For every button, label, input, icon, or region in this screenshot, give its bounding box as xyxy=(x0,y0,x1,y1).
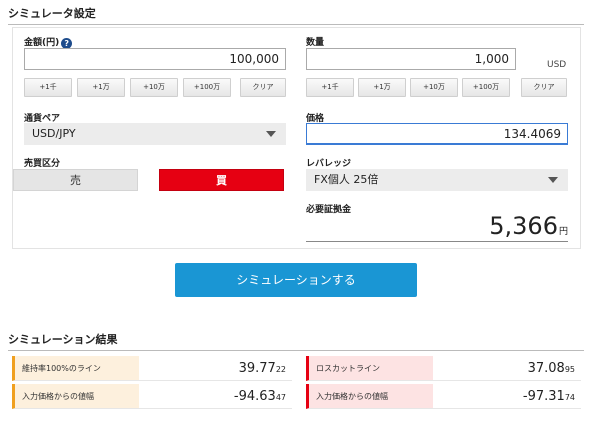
price-input[interactable]: 134.4069 xyxy=(306,123,568,145)
result-label: 入力価格からの値幅 xyxy=(309,384,433,408)
trade-side-label: 売買区分 xyxy=(24,159,61,169)
leverage-selected-value: FX個人 25倍 xyxy=(314,173,379,186)
quantity-input[interactable]: 1,000 xyxy=(306,48,516,70)
result-row-losscut-width: 入力価格からの値幅 -97.3174 xyxy=(306,384,581,409)
pair-selected-value: USD/JPY xyxy=(32,127,76,140)
required-margin-currency: 円 xyxy=(558,227,568,237)
required-margin-value: 5,366円 xyxy=(306,210,568,242)
simulate-button[interactable]: シミュレーションする xyxy=(175,263,417,297)
quantity-clear-button[interactable]: クリア xyxy=(521,78,567,97)
amount-label-text: 金額(円) xyxy=(24,38,60,48)
result-value: 39.7722 xyxy=(239,356,286,382)
amount-input[interactable]: 100,000 xyxy=(24,48,286,70)
quantity-add-100k-button[interactable]: +10万 xyxy=(410,78,458,97)
quantity-unit: USD xyxy=(547,60,567,70)
amount-add-1k-button[interactable]: +1千 xyxy=(24,78,72,97)
result-value-main: -97.31 xyxy=(522,389,565,404)
result-label: ロスカットライン xyxy=(309,356,433,380)
leverage-label: レバレッジ xyxy=(306,159,352,169)
result-value-fraction: 47 xyxy=(275,393,286,402)
quantity-label: 数量 xyxy=(306,38,325,48)
result-value-main: 39.77 xyxy=(238,361,276,376)
amount-add-100k-button[interactable]: +10万 xyxy=(130,78,178,97)
leverage-select[interactable]: FX個人 25倍 xyxy=(306,169,568,191)
buy-button[interactable]: 買 xyxy=(159,169,284,191)
result-value-main: -94.63 xyxy=(233,389,276,404)
result-value-fraction: 74 xyxy=(564,393,575,402)
pair-select[interactable]: USD/JPY xyxy=(24,123,286,145)
chevron-down-icon xyxy=(548,177,558,183)
result-value-main: 37.08 xyxy=(527,361,565,376)
result-label: 入力価格からの値幅 xyxy=(15,384,139,408)
result-value: -94.6347 xyxy=(234,384,286,410)
result-row-losscut-line: ロスカットライン 37.0895 xyxy=(306,356,581,381)
quantity-add-1k-button[interactable]: +1千 xyxy=(306,78,354,97)
result-value: -97.3174 xyxy=(523,384,575,410)
result-value-fraction: 22 xyxy=(275,365,286,374)
result-row-maintenance-line: 維持率100%のライン 39.7722 xyxy=(12,356,292,381)
sell-button[interactable]: 売 xyxy=(13,169,138,191)
chevron-down-icon xyxy=(266,131,276,137)
result-label: 維持率100%のライン xyxy=(15,356,139,380)
result-value: 37.0895 xyxy=(528,356,575,382)
amount-add-1m-button[interactable]: +100万 xyxy=(183,78,231,97)
quantity-add-10k-button[interactable]: +1万 xyxy=(358,78,406,97)
quantity-add-1m-button[interactable]: +100万 xyxy=(462,78,510,97)
amount-clear-button[interactable]: クリア xyxy=(240,78,286,97)
result-value-fraction: 95 xyxy=(564,365,575,374)
simulator-settings-title: シミュレータ設定 xyxy=(8,5,584,25)
required-margin-amount: 5,366 xyxy=(489,212,558,240)
amount-add-10k-button[interactable]: +1万 xyxy=(77,78,125,97)
amount-label: 金額(円)? xyxy=(24,35,73,49)
result-row-maintenance-width: 入力価格からの値幅 -94.6347 xyxy=(12,384,292,409)
simulation-results-title: シミュレーション結果 xyxy=(8,331,584,351)
